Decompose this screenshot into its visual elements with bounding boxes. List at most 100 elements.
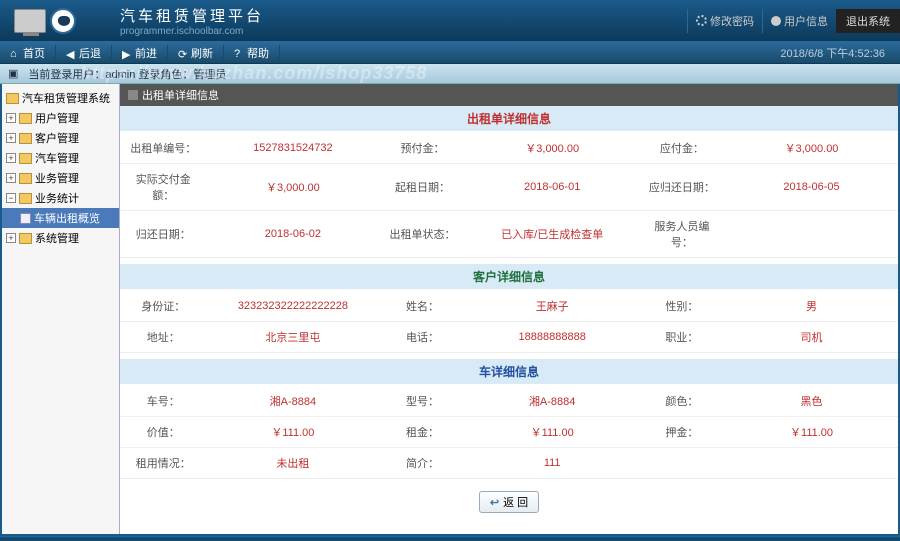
field-label: 身份证： — [120, 291, 206, 322]
module-icon: ▣ — [8, 67, 18, 80]
field-label: 应归还日期： — [639, 164, 725, 211]
field-label: 租金： — [379, 417, 465, 448]
expand-icon[interactable]: + — [6, 233, 16, 243]
field-label: 姓名： — [379, 291, 465, 322]
field-label: 电话： — [379, 322, 465, 353]
breadcrumb-bar: ▣ https://www.huzhan.com/ishop33758 当前登录… — [0, 64, 900, 84]
tree-node-label: 业务统计 — [35, 190, 79, 206]
nav-forward[interactable]: ▶前进 — [112, 45, 168, 61]
tree-leaf[interactable]: 车辆出租概览 — [2, 208, 119, 228]
header-title-block: 汽车租赁管理平台 programmer.ischoolbar.com — [120, 5, 264, 37]
field-label: 车号： — [120, 386, 206, 417]
table-row: 车号：湘A-8884型号：湘A-8884颜色：黑色 — [120, 386, 898, 417]
tree-node-label: 系统管理 — [35, 230, 79, 246]
nav-help[interactable]: ?帮助 — [224, 45, 280, 61]
user-info-link[interactable]: 用户信息 — [762, 9, 836, 33]
field-value: 1527831524732 — [206, 133, 379, 164]
tree-node-label: 用户管理 — [35, 110, 79, 126]
tree-node[interactable]: − 业务统计 — [2, 188, 119, 208]
main-area: 汽车租赁管理系统 + 用户管理 + 客户管理 + 汽车管理 + 业务管理 − 业务统计车辆出租概览… — [0, 84, 900, 536]
folder-icon — [19, 233, 32, 244]
field-label: 型号： — [379, 386, 465, 417]
field-label: 起租日期： — [379, 164, 465, 211]
tree-node-label: 业务管理 — [35, 170, 79, 186]
section-header: 车详细信息 — [120, 359, 898, 384]
tree-leaf-label: 车辆出租概览 — [34, 210, 100, 226]
panel-icon — [128, 90, 138, 100]
tree-node[interactable]: + 客户管理 — [2, 128, 119, 148]
field-label: 出租单状态： — [379, 211, 465, 258]
tree-node[interactable]: + 汽车管理 — [2, 148, 119, 168]
tree-node[interactable]: + 用户管理 — [2, 108, 119, 128]
app-subtitle: programmer.ischoolbar.com — [120, 26, 264, 37]
table-row: 出租单编号：1527831524732预付金：￥3,000.00应付金：￥3,0… — [120, 133, 898, 164]
nav-refresh[interactable]: ⟳刷新 — [168, 45, 224, 61]
expand-icon[interactable]: + — [6, 153, 16, 163]
header-actions: 修改密码 用户信息 退出系统 — [687, 9, 900, 33]
nav-back[interactable]: ◀后退 — [56, 45, 112, 61]
table-row: 地址：北京三里屯电话：18888888888职业：司机 — [120, 322, 898, 353]
exit-system-button[interactable]: 退出系统 — [836, 9, 900, 33]
field-label: 职业： — [639, 322, 725, 353]
field-label: 价值： — [120, 417, 206, 448]
tree-root-label: 汽车租赁管理系统 — [22, 90, 110, 106]
logo — [0, 1, 90, 41]
field-label: 预付金： — [379, 133, 465, 164]
tree-node-label: 汽车管理 — [35, 150, 79, 166]
content-panel-title-text: 出租单详细信息 — [142, 87, 219, 103]
content-panel: 出租单详细信息 出租单详细信息出租单编号：1527831524732预付金：￥3… — [120, 84, 898, 534]
field-value: 北京三里屯 — [206, 322, 379, 353]
expand-icon[interactable]: + — [6, 173, 16, 183]
field-value: 2018-06-05 — [725, 164, 898, 211]
field-value: 已入库/已生成检查单 — [466, 211, 639, 258]
back-button-label: 返 回 — [503, 494, 528, 510]
field-label: 实际交付金额： — [120, 164, 206, 211]
app-title: 汽车租赁管理平台 — [120, 5, 264, 26]
data-table: 出租单编号：1527831524732预付金：￥3,000.00应付金：￥3,0… — [120, 133, 898, 258]
field-label: 服务人员编号： — [639, 211, 725, 258]
table-row: 价值：￥111.00租金：￥111.00押金：￥111.00 — [120, 417, 898, 448]
data-table: 身份证：323232322222222228姓名：王麻子性别：男地址：北京三里屯… — [120, 291, 898, 353]
tree-node[interactable]: + 业务管理 — [2, 168, 119, 188]
content-panel-title: 出租单详细信息 — [120, 84, 898, 106]
field-value: 司机 — [725, 322, 898, 353]
folder-icon — [19, 113, 32, 124]
table-row: 租用情况：未出租简介：111 — [120, 448, 898, 479]
field-value: 111 — [466, 448, 639, 479]
field-label: 简介： — [379, 448, 465, 479]
penguin-icon — [50, 8, 76, 34]
nav-tree: 汽车租赁管理系统 + 用户管理 + 客户管理 + 汽车管理 + 业务管理 − 业务统计车辆出租概览… — [2, 84, 119, 252]
breadcrumb-text: 当前登录用户：admin 登录角色：管理员 — [28, 66, 226, 82]
nav-back-label: 后退 — [79, 45, 101, 61]
sidebar: 汽车租赁管理系统 + 用户管理 + 客户管理 + 汽车管理 + 业务管理 − 业务统计车辆出租概览… — [2, 84, 120, 534]
field-label — [639, 448, 725, 479]
field-value: 湘A-8884 — [206, 386, 379, 417]
nav-forward-label: 前进 — [135, 45, 157, 61]
folder-icon — [19, 193, 32, 204]
refresh-icon: ⟳ — [178, 48, 188, 58]
computer-icon — [14, 9, 46, 33]
field-value: ￥111.00 — [725, 417, 898, 448]
nav-home-label: 首页 — [23, 45, 45, 61]
nav-home[interactable]: ⌂首页 — [0, 45, 56, 61]
collapse-icon[interactable]: − — [6, 193, 16, 203]
table-row: 归还日期：2018-06-02出租单状态：已入库/已生成检查单服务人员编号： — [120, 211, 898, 258]
tree-node[interactable]: + 系统管理 — [2, 228, 119, 248]
home-icon: ⌂ — [10, 48, 20, 58]
bottom-frame — [0, 536, 900, 539]
expand-icon[interactable]: + — [6, 113, 16, 123]
tree-root[interactable]: 汽车租赁管理系统 — [2, 88, 119, 108]
user-icon — [771, 16, 781, 26]
field-value: 黑色 — [725, 386, 898, 417]
field-label: 颜色： — [639, 386, 725, 417]
field-value — [725, 211, 898, 258]
field-value: 未出租 — [206, 448, 379, 479]
modify-password-link[interactable]: 修改密码 — [687, 9, 762, 33]
nav-toolbar: ⌂首页 ◀后退 ▶前进 ⟳刷新 ?帮助 2018/6/8 下午4:52:36 — [0, 42, 900, 64]
tree-node-label: 客户管理 — [35, 130, 79, 146]
expand-icon[interactable]: + — [6, 133, 16, 143]
back-button[interactable]: ↩ 返 回 — [479, 491, 539, 513]
table-row: 身份证：323232322222222228姓名：王麻子性别：男 — [120, 291, 898, 322]
back-icon: ◀ — [66, 48, 76, 58]
field-value: 18888888888 — [466, 322, 639, 353]
